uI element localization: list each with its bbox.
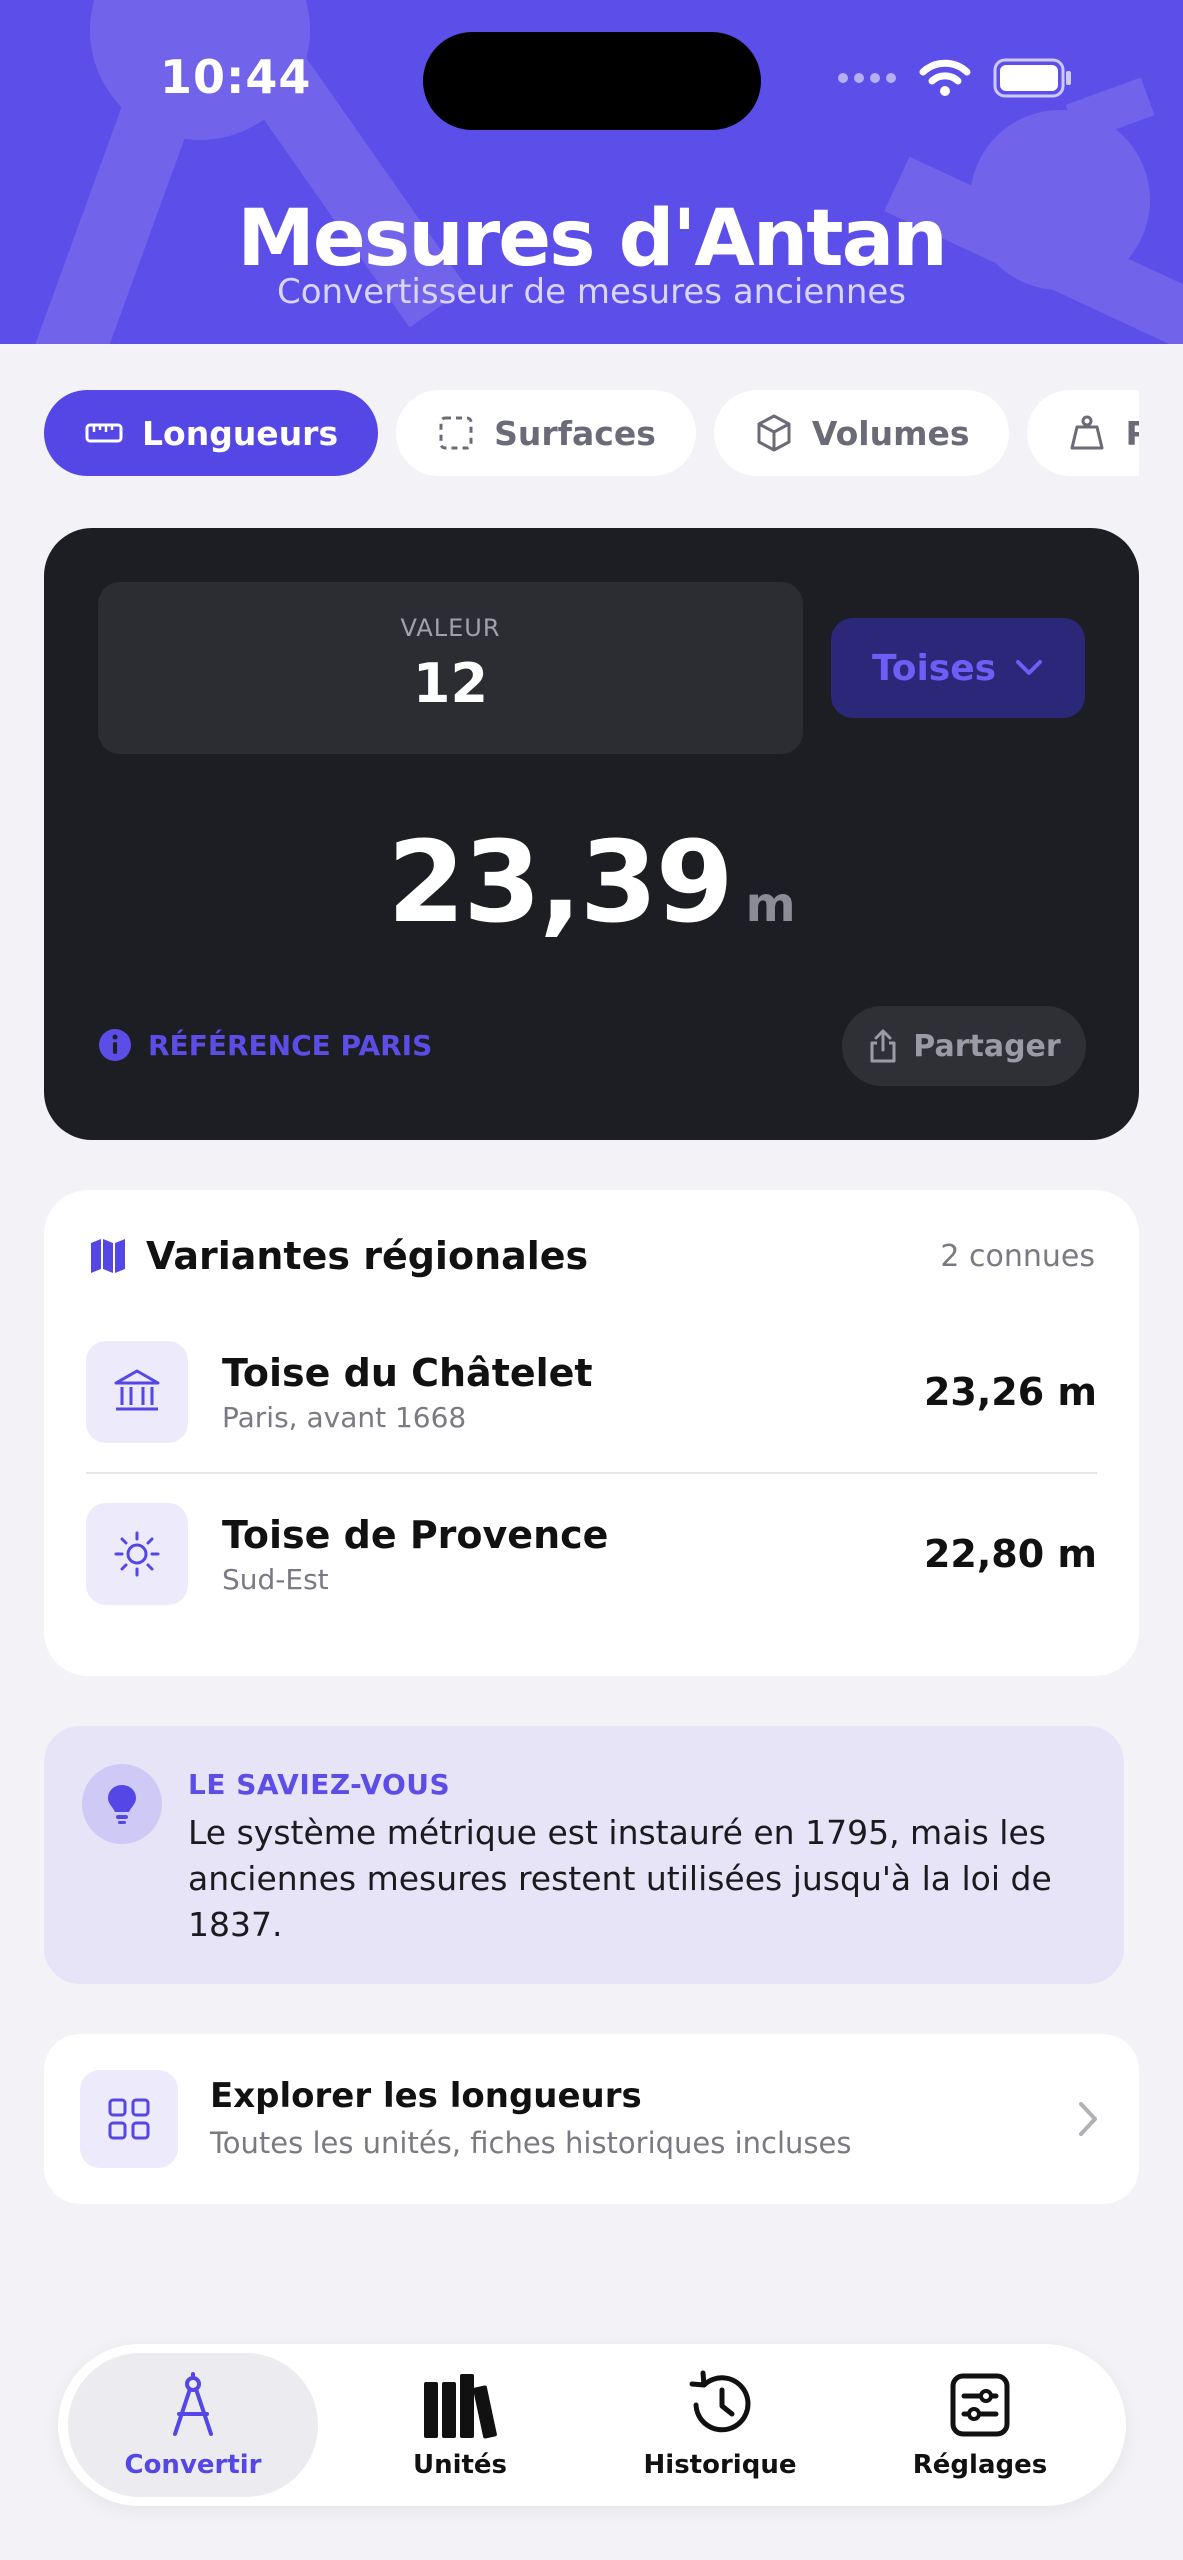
info-icon [99,1029,131,1061]
tab-label: Volumes [811,413,970,453]
dashed-square-icon [439,416,473,450]
bottom-nav: Convertir Unités Historique Réglages [58,2344,1126,2506]
variant-subtitle: Sud-Est [222,1562,329,1596]
settings-icon [950,2373,1010,2437]
regional-variants-card: Variantes régionales 2 connues Toise du … [44,1190,1139,1676]
value-field[interactable]: 12 [98,652,803,715]
app-title: Mesures d'Antan [237,194,948,284]
variant-row[interactable]: Toise du Châtelet Paris, avant 1668 23,2… [86,1340,1097,1444]
nav-unites[interactable]: Unités [335,2344,585,2506]
variants-title: Variantes régionales [146,1234,589,1278]
chevron-right-icon [1079,2102,1097,2136]
variant-subtitle: Paris, avant 1668 [222,1400,467,1434]
compass-icon [173,2372,213,2436]
value-label: VALEUR [400,614,501,642]
share-button[interactable]: Partager [842,1006,1086,1086]
did-you-know-card: LE SAVIEZ-VOUS Le système métrique est i… [44,1726,1124,1984]
app-header: 10:44 Mesures d'Antan Convertisseur de m… [0,0,1183,344]
nav-label: Convertir [124,2450,262,2480]
tab-surfaces[interactable]: Surfaces [396,390,696,476]
lightbulb-icon [108,1785,136,1824]
nav-label: Unités [412,2450,508,2480]
result-value: 23,39 [387,818,733,948]
variant-name: Toise de Provence [222,1512,609,1557]
building-icon [114,1369,160,1411]
tab-poids[interactable]: Poids [1027,390,1139,476]
status-icons [837,58,1073,98]
tab-longueurs[interactable]: Longueurs [44,390,379,476]
tip-icon-circle [82,1764,162,1844]
reference-label: RÉFÉRENCE PARIS [148,1028,433,1062]
tab-label: Surfaces [494,413,656,453]
signal-icon [838,73,896,83]
explore-title: Explorer les longueurs [210,2076,642,2116]
result-unit: m [745,877,796,933]
status-time: 10:44 [160,50,312,104]
nav-historique[interactable]: Historique [595,2344,845,2506]
history-icon [689,2370,751,2433]
wifi-icon [919,59,971,96]
app-subtitle: Convertisseur de mesures anciennes [276,272,907,312]
grid-icon [108,2098,150,2140]
variant-value: 23,26 m [923,1370,1097,1414]
explore-lengths-row[interactable]: Explorer les longueurs Toutes les unités… [44,2034,1139,2204]
explore-icon-box [80,2070,178,2168]
ruler-icon [85,423,123,443]
variant-icon-box [86,1503,188,1605]
variant-value: 22,80 m [923,1532,1097,1576]
tab-label: Poids [1125,413,1139,453]
cube-icon [757,414,791,452]
nav-label: Historique [643,2450,797,2480]
share-label: Partager [913,1028,1061,1064]
map-icon [91,1239,125,1273]
variant-row[interactable]: Toise de Provence Sud-Est 22,80 m [86,1502,1097,1606]
nav-convertir[interactable]: Convertir [68,2353,318,2497]
variant-icon-box [86,1341,188,1443]
tip-label: LE SAVIEZ-VOUS [188,1768,451,1801]
weight-icon [1070,415,1104,450]
sun-icon [114,1531,160,1577]
variants-count: 2 connues [940,1238,1095,1274]
unit-selector[interactable]: Toises [831,618,1085,718]
category-tabs: Longueurs Surfaces Volumes Poids [44,390,1139,478]
tab-volumes[interactable]: Volumes [713,390,1010,476]
battery-icon [993,58,1071,98]
share-icon [870,1029,896,1063]
tip-text: Le système métrique est instauré en 1795… [188,1813,1052,1944]
nav-label: Réglages [912,2450,1048,2480]
dynamic-island [423,32,761,130]
value-input[interactable]: VALEUR 12 [98,582,803,754]
variants-header: Variantes régionales 2 connues [88,1234,1095,1278]
explore-subtitle: Toutes les unités, fiches historiques in… [210,2126,852,2160]
variant-name: Toise du Châtelet [222,1350,593,1395]
row-divider [86,1472,1097,1474]
reference-info[interactable]: RÉFÉRENCE PARIS [98,1028,432,1062]
chevron-down-icon [1016,660,1043,675]
nav-reglages[interactable]: Réglages [855,2344,1105,2506]
unit-selector-label: Toises [871,647,997,689]
tab-label: Longueurs [142,413,339,453]
converter-card: VALEUR 12 Toises 23,39 m RÉFÉRENCE PARIS … [44,528,1139,1140]
result-display: 23,39 m [44,818,1139,948]
books-icon [424,2374,497,2439]
